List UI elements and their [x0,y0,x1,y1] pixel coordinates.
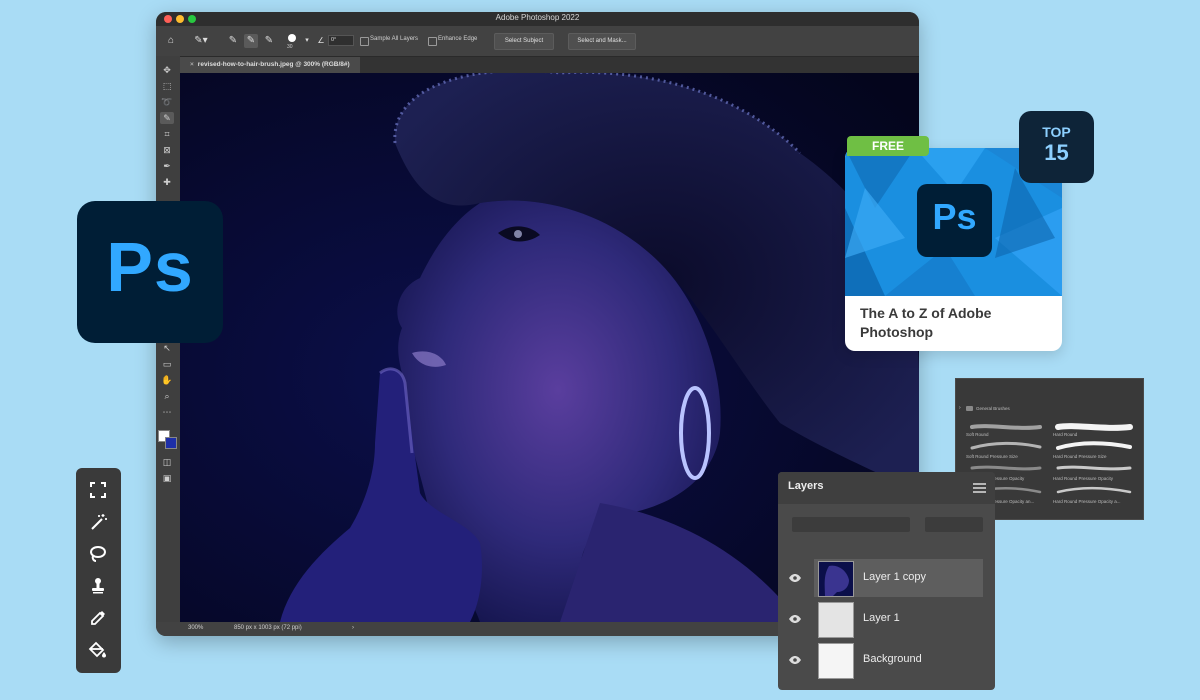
layer-name: Layer 1 copy [863,571,926,583]
marquee-tool-icon[interactable]: ⬚ [160,80,174,92]
layer-row[interactable]: Layer 1 [778,599,995,639]
card-ps-logo: Ps [917,184,992,257]
free-badge: FREE [847,136,929,156]
select-subject-button[interactable]: Select Subject [494,33,554,50]
eye-icon[interactable] [789,574,801,582]
layer-thumbnail [818,602,854,638]
new-selection-icon[interactable]: ✎ [226,34,240,48]
status-document-info: 850 px x 1003 px (72 ppi) [234,625,302,631]
background-color-swatch[interactable] [165,437,177,449]
brush-tip-icon[interactable] [288,34,296,42]
card-title[interactable]: The A to Z of Adobe Photoshop [860,304,1055,342]
chevron-down-icon[interactable]: ▾ [300,34,314,48]
brush-item[interactable]: Soft Round Pressure Size [966,454,1018,459]
brush-preview-hard-opacity[interactable] [1054,461,1134,473]
rectangle-tool-icon[interactable]: ▭ [160,358,174,370]
healing-brush-tool-icon[interactable]: ✚ [160,176,174,188]
more-tools-icon[interactable]: ⋯ [160,406,174,418]
add-selection-icon[interactable]: ✎ [244,34,258,48]
brush-item[interactable]: Hard Round Pressure Opacity a... [1053,499,1121,504]
home-icon[interactable]: ⌂ [164,34,178,48]
top-badge-number: 15 [1044,140,1069,165]
hand-tool-icon[interactable]: ✋ [160,374,174,386]
brush-preset-icon[interactable]: ✎▾ [190,34,212,48]
direct-selection-tool-icon[interactable]: ↖ [160,342,174,354]
blend-mode-select[interactable] [925,517,983,532]
layer-thumbnail [818,561,854,597]
lasso-icon[interactable] [88,544,108,564]
crop-tool-icon[interactable]: ⌗ [160,128,174,140]
brush-size: 30 [287,44,293,50]
layer-name: Background [863,653,922,665]
tab-close-icon[interactable]: × [190,61,194,68]
eyedropper-tool-icon[interactable]: ✒ [160,160,174,172]
layers-panel: Layers Layer 1 copy Layer 1 Background [778,472,995,690]
layer-row[interactable]: Layer 1 copy [778,558,995,598]
eye-icon[interactable] [789,656,801,664]
brush-item[interactable]: Soft Round [966,432,989,437]
move-tool-icon[interactable]: ✥ [160,64,174,76]
card-ps-logo-text: Ps [932,196,977,237]
top-badge: TOP 15 [1019,111,1094,183]
title-bar: Adobe Photoshop 2022 [156,12,919,26]
brush-preview-soft[interactable] [968,419,1044,430]
menu-icon[interactable] [973,483,986,493]
sample-all-layers-checkbox[interactable] [360,37,369,46]
photoshop-logo-text: Ps [106,228,194,306]
frame-corners-icon[interactable] [88,480,108,500]
subtract-selection-icon[interactable]: ✎ [262,34,276,48]
brush-preview-soft-size[interactable] [968,439,1044,451]
layer-thumbnail [818,643,854,679]
folder-icon [966,406,973,411]
angle-icon: ∠ [317,36,325,45]
brush-preview-hard[interactable] [1054,419,1134,431]
clone-stamp-icon[interactable] [88,576,108,596]
document-tab-bar: × revised-how-to-hair-brush.jpeg @ 300% (… [180,57,919,73]
document-tab-label: revised-how-to-hair-brush.jpeg @ 300% (R… [197,61,350,68]
enhance-edge-label: Enhance Edge [438,36,478,42]
status-zoom[interactable]: 300% [188,625,203,631]
brush-preview-hard-size[interactable] [1054,439,1134,451]
frame-tool-icon[interactable]: ⊠ [160,144,174,156]
window-title: Adobe Photoshop 2022 [495,13,580,22]
magic-wand-icon[interactable] [88,512,108,532]
sample-all-layers-label: Sample All Layers [370,36,419,42]
layer-name: Layer 1 [863,612,900,624]
brush-item[interactable]: Hard Round [1053,432,1077,437]
options-bar: ⌂ ✎▾ ✎ ✎ ✎ 30 ▾ ∠ 0° Sample All Layers E… [156,26,919,57]
top-badge-label: TOP [1042,124,1071,140]
screen-mode-icon[interactable]: ▣ [160,472,174,484]
zoom-tool-icon[interactable]: ⌕ [160,390,174,402]
layer-row[interactable]: Background [778,640,995,680]
brush-preview-hard-opacity-size[interactable] [1054,483,1134,495]
brush-item[interactable]: Hard Round Pressure Size [1053,454,1107,459]
enhance-edge-checkbox[interactable] [428,37,437,46]
layers-panel-title[interactable]: Layers [788,480,823,492]
paint-bucket-icon[interactable] [88,640,108,660]
quick-selection-tool-icon[interactable]: ✎ [160,112,174,124]
select-and-mask-button[interactable]: Select and Mask... [568,33,636,50]
photoshop-logo: Ps [77,201,223,343]
brush-item[interactable]: Hard Round Pressure Opacity [1053,476,1113,481]
document-tab[interactable]: × revised-how-to-hair-brush.jpeg @ 300% (… [180,57,360,73]
brush-group-label: General Brushes [976,406,1010,411]
eyedropper-icon[interactable] [88,608,108,628]
angle-input[interactable]: 0° [328,35,354,46]
chevron-right-icon[interactable]: › [352,625,354,631]
lasso-tool-icon[interactable]: ➰ [160,96,174,108]
quick-mask-icon[interactable]: ◫ [160,456,174,468]
tool-palette [76,468,121,673]
layer-filter-field[interactable] [792,517,910,532]
eye-icon[interactable] [789,615,801,623]
